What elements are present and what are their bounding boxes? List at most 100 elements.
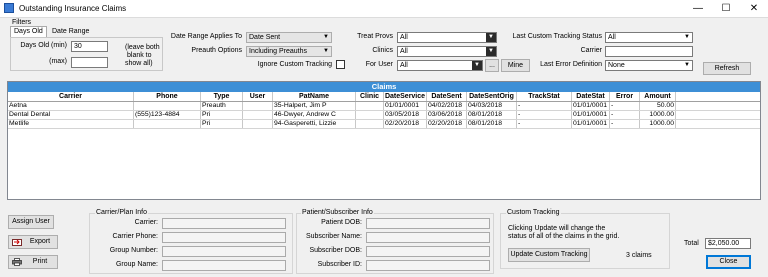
export-button[interactable]: Export — [8, 235, 58, 249]
column-header-clinic[interactable]: Clinic — [356, 92, 384, 101]
cell-datestat: 01/01/0001 — [572, 120, 610, 128]
column-header-type[interactable]: Type — [201, 92, 243, 101]
column-header-error[interactable]: Error — [610, 92, 640, 101]
days-old-min-label: Days Old (min) — [20, 42, 67, 49]
cell-clinic — [356, 111, 384, 119]
group-number-field — [162, 246, 286, 257]
column-header-user[interactable]: User — [243, 92, 273, 101]
column-header-dateservice[interactable]: DateService — [384, 92, 427, 101]
date-range-applies-label: Date Range Applies To — [170, 33, 242, 40]
total-label: Total — [684, 240, 699, 247]
cell-dateservice: 01/01/0001 — [384, 102, 427, 110]
print-label: Print — [32, 258, 48, 265]
export-icon — [12, 239, 22, 246]
tab-date-range[interactable]: Date Range — [49, 27, 93, 37]
last-error-definition-value: None — [608, 62, 625, 69]
assign-user-button[interactable]: Assign User — [8, 215, 54, 229]
claims-grid-header: Carrier Phone Type User PatName Clinic DateSer… — [8, 92, 760, 102]
cell-clinic — [356, 102, 384, 110]
claims-grid[interactable]: Claims Carrier Phone Type User PatName Clinic… — [7, 81, 761, 200]
cell-clinic — [356, 120, 384, 128]
window-title: Outstanding Insurance Claims — [19, 4, 127, 13]
cell-datesent: 04/02/2018 — [427, 102, 467, 110]
preauth-options-label: Preauth Options — [191, 47, 242, 54]
cell-amount: 1000.00 — [640, 120, 676, 128]
column-header-phone[interactable]: Phone — [134, 92, 201, 101]
table-row[interactable]: Aetna Preauth 35-Halpert, Jim P 01/01/0001 0… — [8, 102, 760, 111]
cell-error: - — [610, 102, 640, 110]
carrier-filter-input[interactable] — [605, 46, 693, 57]
cell-user — [243, 111, 273, 119]
cell-type: Pri — [201, 120, 243, 128]
subscriber-dob-label: Subscriber DOB: — [309, 247, 362, 254]
last-error-definition-select[interactable]: None ▼ — [605, 60, 693, 71]
cell-type: Pri — [201, 111, 243, 119]
cell-datesentorig: 08/01/2018 — [467, 111, 517, 119]
days-old-max-input[interactable] — [71, 57, 108, 68]
cell-phone — [134, 102, 201, 110]
cell-patname: 46-Dwyer, Andrew C — [273, 111, 356, 119]
title-bar: Outstanding Insurance Claims — ☐ ✕ — [0, 0, 768, 18]
carrier-field — [162, 218, 286, 229]
for-user-value: All — [400, 62, 408, 69]
column-header-trackstat[interactable]: TrackStat — [517, 92, 572, 101]
treat-provs-select[interactable]: All ▼ — [397, 32, 497, 43]
ignore-custom-tracking-label: Ignore Custom Tracking — [257, 61, 332, 68]
total-field: $2,050.00 — [705, 238, 751, 249]
column-header-datesent[interactable]: DateSent — [427, 92, 467, 101]
blank-note-2: blank to — [127, 52, 152, 59]
last-custom-tracking-select[interactable]: All ▼ — [605, 32, 693, 43]
for-user-select[interactable]: All ▼ — [397, 60, 483, 71]
column-header-patname[interactable]: PatName — [273, 92, 356, 101]
days-old-min-input[interactable]: 30 — [71, 41, 108, 52]
refresh-button[interactable]: Refresh — [703, 62, 751, 75]
days-old-max-label: (max) — [49, 58, 67, 65]
cell-trackstat: - — [517, 111, 572, 119]
carrier-filter-label: Carrier — [580, 47, 602, 54]
column-header-carrier[interactable]: Carrier — [8, 92, 134, 101]
clinics-select[interactable]: All ▼ — [397, 46, 497, 57]
column-header-datestat[interactable]: DateStat — [572, 92, 610, 101]
cell-error: - — [610, 120, 640, 128]
column-header-datesentorig[interactable]: DateSentOrig — [467, 92, 517, 101]
claims-count: 3 claims — [626, 252, 652, 259]
patient-dob-label: Patient DOB: — [321, 219, 362, 226]
maximize-button[interactable]: ☐ — [712, 0, 740, 17]
subscriber-name-field — [366, 232, 490, 243]
custom-tracking-note-2: status of all of the claims in the grid. — [508, 233, 620, 240]
cell-trackstat: - — [517, 102, 572, 110]
column-header-amount[interactable]: Amount — [640, 92, 676, 101]
group-name-field — [162, 260, 286, 271]
cell-type: Preauth — [201, 102, 243, 110]
for-user-label: For User — [365, 61, 393, 68]
date-range-applies-select[interactable]: Date Sent ▼ — [246, 32, 332, 43]
close-window-button[interactable]: ✕ — [740, 0, 768, 17]
subscriber-name-label: Subscriber Name: — [305, 233, 362, 240]
carrier-phone-label: Carrier Phone: — [112, 233, 158, 240]
custom-tracking-label: Custom Tracking — [506, 209, 561, 216]
days-old-panel: Days Old (min) 30 (max) (leave both blan… — [10, 37, 163, 71]
filters-label: Filters — [12, 19, 32, 26]
cell-datesentorig: 08/01/2018 — [467, 120, 517, 128]
date-range-applies-value: Date Sent — [249, 34, 281, 41]
chevron-down-icon: ▼ — [486, 33, 496, 42]
print-button[interactable]: Print — [8, 255, 58, 269]
table-row[interactable]: Dental Dental (555)123-4884 Pri 46-Dwyer, A… — [8, 111, 760, 120]
treat-provs-label: Treat Provs — [357, 33, 393, 40]
preauth-options-value: Including Preauths — [249, 48, 307, 55]
chevron-down-icon: ▼ — [472, 61, 482, 70]
cell-carrier: Dental Dental — [8, 111, 134, 119]
cell-user — [243, 102, 273, 110]
cell-user — [243, 120, 273, 128]
close-button[interactable]: Close — [706, 255, 751, 269]
preauth-options-select[interactable]: Including Preauths ▼ — [246, 46, 332, 57]
printer-icon — [12, 258, 22, 266]
chevron-down-icon: ▼ — [684, 62, 690, 68]
update-custom-tracking-button[interactable]: Update Custom Tracking — [508, 248, 590, 262]
patient-subscriber-info-label: Patient/Subscriber Info — [301, 209, 374, 216]
chevron-down-icon: ▼ — [323, 48, 329, 54]
pick-user-button[interactable]: ... — [485, 59, 499, 72]
minimize-button[interactable]: — — [684, 0, 712, 17]
table-row[interactable]: Metlife Pri 94-Gasperetti, Lizzie 02/20/201… — [8, 120, 760, 129]
carrier-phone-field — [162, 232, 286, 243]
